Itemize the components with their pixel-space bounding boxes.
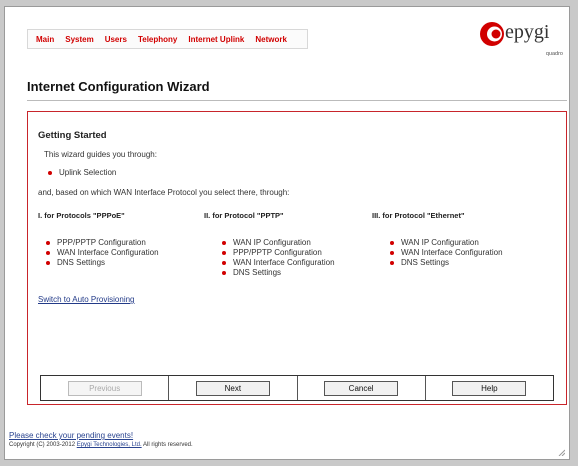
- wizard-panel: Getting Started This wizard guides you t…: [27, 111, 567, 405]
- menu-item-system[interactable]: System: [65, 35, 93, 44]
- copyright-prefix: Copyright (C) 2003-2012: [9, 442, 76, 448]
- intro-text: This wizard guides you through:: [44, 150, 157, 159]
- pppoe-column-title: I. for Protocols "PPPoE": [38, 211, 125, 220]
- button-cell: Help: [426, 376, 553, 400]
- logo-subtitle: quadro: [545, 51, 563, 57]
- ethernet-steps-list: WAN IP Configuration WAN Interface Confi…: [386, 238, 503, 268]
- menu-item-network[interactable]: Network: [255, 35, 287, 44]
- wizard-button-bar: Previous Next Cancel Help: [40, 375, 554, 401]
- previous-button[interactable]: Previous: [67, 380, 142, 396]
- list-item: WAN Interface Configuration: [386, 248, 503, 258]
- section-heading: Getting Started: [38, 130, 107, 141]
- auto-provisioning-link[interactable]: Switch to Auto Provisioning: [38, 295, 135, 304]
- menu-item-users[interactable]: Users: [105, 35, 127, 44]
- copyright-suffix: All rights reserved.: [143, 442, 193, 448]
- first-steps-list: Uplink Selection: [44, 168, 116, 178]
- menu-item-internet-uplink[interactable]: Internet Uplink: [188, 35, 244, 44]
- button-cell: Cancel: [298, 376, 426, 400]
- copyright-text: Copyright (C) 2003-2012 Epygi Technologi…: [9, 442, 193, 448]
- protocol-intro-text: and, based on which WAN Interface Protoc…: [38, 188, 290, 197]
- list-item: DNS Settings: [218, 268, 335, 278]
- list-item: PPP/PPTP Configuration: [42, 238, 159, 248]
- list-item: WAN IP Configuration: [386, 238, 503, 248]
- main-menu: Main System Users Telephony Internet Upl…: [27, 29, 308, 49]
- browser-window: Main System Users Telephony Internet Upl…: [4, 6, 570, 460]
- pending-events-link[interactable]: Please check your pending events!: [9, 431, 133, 440]
- title-divider: [27, 100, 567, 101]
- list-item: DNS Settings: [386, 258, 503, 268]
- page-title: Internet Configuration Wizard: [27, 79, 210, 94]
- company-link[interactable]: Epygi Technologies, Ltd.: [77, 442, 142, 448]
- epygi-swoosh-icon: [480, 22, 504, 46]
- logo-wordmark: epygi: [505, 21, 550, 43]
- list-item: WAN IP Configuration: [218, 238, 335, 248]
- button-cell: Next: [169, 376, 298, 400]
- cancel-button[interactable]: Cancel: [324, 380, 399, 396]
- list-item: PPP/PPTP Configuration: [218, 248, 335, 258]
- list-item: DNS Settings: [42, 258, 159, 268]
- pptp-column-title: II. for Protocol "PPTP": [204, 211, 284, 220]
- epygi-logo: epygi quadro: [477, 19, 567, 63]
- list-item: WAN Interface Configuration: [42, 248, 159, 258]
- pptp-steps-list: WAN IP Configuration PPP/PPTP Configurat…: [218, 238, 335, 278]
- ethernet-column-title: III. for Protocol "Ethernet": [372, 211, 465, 220]
- next-button[interactable]: Next: [195, 380, 270, 396]
- help-button[interactable]: Help: [452, 380, 527, 396]
- button-cell: Previous: [41, 376, 170, 400]
- list-item: WAN Interface Configuration: [218, 258, 335, 268]
- list-item: Uplink Selection: [44, 168, 116, 178]
- menu-item-main[interactable]: Main: [36, 35, 54, 44]
- resize-grip-icon[interactable]: [558, 449, 565, 456]
- menu-item-telephony[interactable]: Telephony: [138, 35, 177, 44]
- pppoe-steps-list: PPP/PPTP Configuration WAN Interface Con…: [42, 238, 159, 268]
